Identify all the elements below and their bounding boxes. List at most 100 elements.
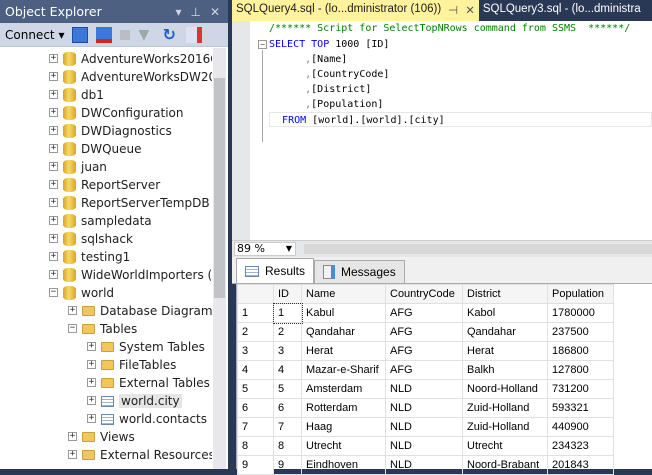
expand-icon[interactable]: + <box>49 270 58 279</box>
column-header[interactable]: Name <box>301 284 386 304</box>
cell[interactable]: Kabol <box>462 303 548 323</box>
collapse-icon[interactable]: − <box>68 324 77 333</box>
table-row[interactable]: 1 1 Kabul AFG Kabol 1780000 <box>237 302 614 324</box>
tree-node[interactable]: + Database Diagrams <box>0 302 212 320</box>
expand-icon[interactable]: + <box>87 378 96 387</box>
cell[interactable]: Zuid-Holland <box>462 417 548 437</box>
cell[interactable]: 5 <box>273 379 302 399</box>
tree-node[interactable]: + DWQueue <box>0 140 212 158</box>
cell[interactable]: Qandahar <box>301 322 386 342</box>
cell[interactable]: AFG <box>385 341 463 361</box>
filter-icon[interactable]: ▼ <box>138 27 154 43</box>
cell[interactable]: Herat <box>462 341 548 361</box>
cell[interactable]: Mazar-e-Sharif <box>301 360 386 380</box>
collapse-icon[interactable]: − <box>258 40 267 49</box>
cell[interactable]: 3 <box>273 341 302 361</box>
row-number[interactable]: 7 <box>237 417 274 437</box>
row-number[interactable]: 6 <box>237 398 274 418</box>
table-row[interactable]: 4 4 Mazar-e-Sharif AFG Balkh 127800 <box>237 360 614 380</box>
disconnect-icon[interactable] <box>96 26 113 43</box>
table-row[interactable]: 2 2 Qandahar AFG Qandahar 237500 <box>237 322 614 342</box>
expand-icon[interactable]: + <box>49 72 58 81</box>
cell[interactable]: 593321 <box>547 398 614 418</box>
tree-node[interactable]: + world.contacts <box>0 410 212 428</box>
cell[interactable]: Zuid-Holland <box>462 398 548 418</box>
expand-icon[interactable]: + <box>68 306 77 315</box>
expand-icon[interactable]: + <box>49 198 58 207</box>
table-row[interactable]: 5 5 Amsterdam NLD Noord-Holland 731200 <box>237 379 614 399</box>
cell[interactable]: Herat <box>301 341 386 361</box>
cell[interactable]: 8 <box>273 436 302 456</box>
expand-icon[interactable]: + <box>87 396 96 405</box>
tree-node[interactable]: + world.city <box>0 392 212 410</box>
cell[interactable]: AFG <box>385 322 463 342</box>
expand-icon[interactable]: + <box>68 450 77 459</box>
cell[interactable]: Rotterdam <box>301 398 386 418</box>
cell[interactable]: 1780000 <box>547 303 614 323</box>
cell[interactable]: 234323 <box>547 436 614 456</box>
row-number[interactable]: 4 <box>237 360 274 380</box>
expand-icon[interactable]: + <box>49 252 58 261</box>
tree-node[interactable]: + juan <box>0 158 212 176</box>
tree-node[interactable]: + ReportServerTempDB <box>0 194 212 212</box>
tree-node[interactable]: + External Tables <box>0 374 212 392</box>
tree-node[interactable]: + Views <box>0 428 212 446</box>
activity-monitor-icon[interactable] <box>186 26 203 43</box>
tree-node[interactable]: + DWConfiguration <box>0 104 212 122</box>
cell[interactable]: NLD <box>385 398 463 418</box>
tree-node[interactable]: + AdventureWorksDW2014 <box>0 68 212 86</box>
connect-button[interactable]: Connect ▾ <box>5 28 64 42</box>
cell[interactable]: Qandahar <box>462 322 548 342</box>
column-header[interactable]: ID <box>273 284 302 304</box>
cell[interactable]: NLD <box>385 455 463 475</box>
cell[interactable]: 1 <box>272 302 303 324</box>
cell[interactable]: Balkh <box>462 360 548 380</box>
expand-icon[interactable]: + <box>49 162 58 171</box>
connect-server-icon[interactable] <box>72 26 89 43</box>
expand-icon[interactable]: + <box>68 432 77 441</box>
row-number[interactable]: 9 <box>237 455 274 475</box>
sql-editor[interactable]: /****** Script for SelectTopNRows comman… <box>232 21 652 240</box>
table-row[interactable]: 9 9 Eindhoven NLD Noord-Brabant 201843 <box>237 455 614 475</box>
expand-icon[interactable]: + <box>87 342 96 351</box>
tab-sqlquery3[interactable]: SQLQuery3.sql - (lo...dministra <box>479 0 645 21</box>
cell[interactable]: Amsterdam <box>301 379 386 399</box>
row-number[interactable]: 8 <box>237 436 274 456</box>
tree-node[interactable]: − Tables <box>0 320 212 338</box>
cell[interactable]: 186800 <box>547 341 614 361</box>
cell[interactable]: Noord-Holland <box>462 379 548 399</box>
expand-icon[interactable]: + <box>49 216 58 225</box>
table-row[interactable]: 3 3 Herat AFG Herat 186800 <box>237 341 614 361</box>
tab-sqlquery4[interactable]: SQLQuery4.sql - (lo...dministrator (106)… <box>232 0 479 21</box>
tree-scrollbar[interactable] <box>213 48 226 469</box>
column-header[interactable]: Population <box>547 284 614 304</box>
scrollbar-thumb[interactable] <box>214 78 225 298</box>
cell[interactable]: NLD <box>385 417 463 437</box>
expand-icon[interactable]: + <box>49 54 58 63</box>
cell[interactable]: Eindhoven <box>301 455 386 475</box>
cell[interactable]: 731200 <box>547 379 614 399</box>
row-number[interactable]: 2 <box>237 322 274 342</box>
cell[interactable]: AFG <box>385 303 463 323</box>
close-tab-icon[interactable]: ✕ <box>465 3 475 18</box>
pin-icon[interactable]: ⊥ <box>190 5 200 19</box>
tree-node[interactable]: + sqlshack <box>0 230 212 248</box>
cell[interactable]: 7 <box>273 417 302 437</box>
tree-node[interactable]: + FileTables <box>0 356 212 374</box>
horizontal-scrollbar[interactable] <box>304 244 652 254</box>
cell[interactable]: NLD <box>385 379 463 399</box>
tree-node[interactable]: + AdventureWorks2016CT <box>0 50 212 68</box>
expand-icon[interactable]: + <box>49 126 58 135</box>
tab-messages[interactable]: Messages <box>314 260 405 283</box>
cell[interactable]: 9 <box>273 455 302 475</box>
tree-node[interactable]: + testing1 <box>0 248 212 266</box>
expand-icon[interactable]: + <box>49 180 58 189</box>
cell[interactable]: NLD <box>385 436 463 456</box>
cell[interactable]: 440900 <box>547 417 614 437</box>
cell[interactable]: 4 <box>273 360 302 380</box>
tree-node[interactable]: + ReportServer <box>0 176 212 194</box>
cell[interactable]: Utrecht <box>462 436 548 456</box>
tree-node[interactable]: + sampledata <box>0 212 212 230</box>
tree-node[interactable]: + DWDiagnostics <box>0 122 212 140</box>
cell[interactable]: 127800 <box>547 360 614 380</box>
